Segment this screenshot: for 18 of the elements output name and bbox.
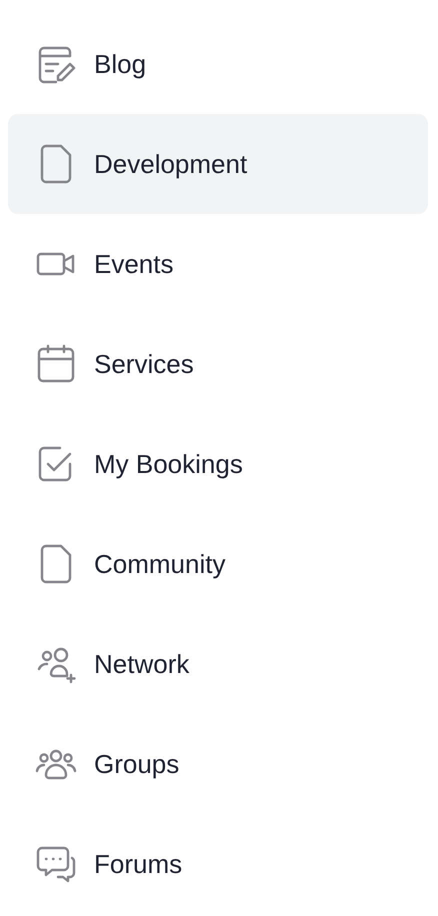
- menu-item[interactable]: Network: [8, 614, 428, 714]
- menu-item-label: Community: [94, 548, 226, 580]
- menu-item[interactable]: Community: [8, 514, 428, 614]
- menu-item[interactable]: Blog: [8, 14, 428, 114]
- menu-item-label: Services: [94, 348, 194, 380]
- menu-item[interactable]: My Bookings: [8, 414, 428, 514]
- menu-item[interactable]: Groups: [8, 714, 428, 814]
- menu-item[interactable]: Events: [8, 214, 428, 314]
- menu-item-label: Blog: [94, 48, 146, 80]
- menu-item[interactable]: Forums: [8, 814, 428, 914]
- menu-item-label: Network: [94, 648, 190, 680]
- menu-item-label: Development: [94, 148, 248, 180]
- menu-item-label: Groups: [94, 748, 180, 780]
- menu-item-label: Forums: [94, 848, 182, 880]
- menu-item-label: Events: [94, 248, 174, 280]
- menu-item[interactable]: Services: [8, 314, 428, 414]
- menu-item-label: My Bookings: [94, 448, 243, 480]
- menu-item[interactable]: Development: [8, 114, 428, 214]
